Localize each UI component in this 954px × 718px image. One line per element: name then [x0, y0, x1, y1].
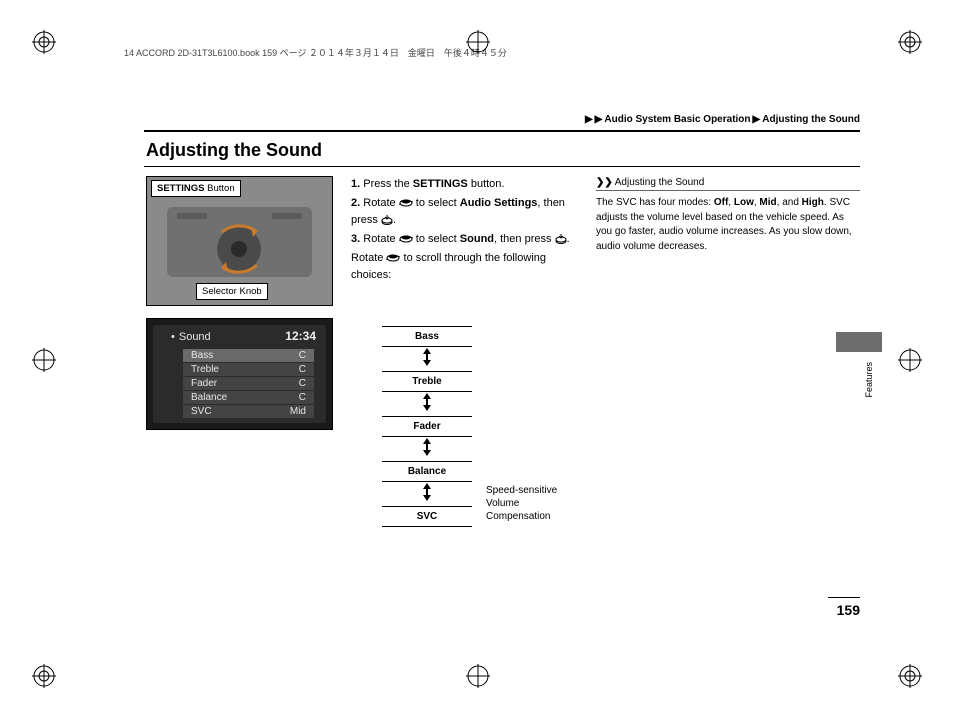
running-header: 14 ACCORD 2D-31T3L6100.book 159 ページ ２０１４… [124, 46, 918, 59]
section-tab-label: Features [864, 362, 874, 398]
chevron-icon: ❯❯ [596, 177, 613, 188]
page-number: 159 [837, 602, 860, 618]
infotainment-screenshot: 12:34 Sound BassC TrebleC FaderC Balance… [146, 318, 333, 430]
clock: 12:34 [285, 329, 316, 343]
callout-settings-button: SETTINGS Button [151, 180, 241, 197]
selector-knob-icon [386, 252, 400, 264]
list-item: BalanceC [183, 391, 314, 404]
callout-label: Selector Knob [202, 286, 262, 297]
registration-mark-icon [898, 664, 922, 688]
divider [828, 597, 860, 598]
list-item: BassC [183, 349, 314, 362]
breadcrumb-segment: Adjusting the Sound [762, 114, 860, 125]
selector-knob-icon [399, 233, 413, 245]
enter-button-icon [381, 214, 393, 226]
breadcrumb: ▶▶Audio System Basic Operation▶Adjusting… [585, 114, 860, 125]
step-followup: Rotate to scroll through the following c… [351, 250, 581, 284]
flow-node: SVC [382, 506, 472, 527]
flow-node: Balance [382, 461, 472, 482]
sound-flow-diagram: Bass Treble Fader Balance SVC [382, 326, 472, 527]
divider [596, 190, 860, 191]
list-item: TrebleC [183, 363, 314, 376]
updown-arrow-icon [382, 392, 472, 416]
svc-caption: Speed-sensitive Volume Compensation [486, 484, 576, 523]
triangle-icon: ▶ [595, 114, 603, 125]
updown-arrow-icon [382, 347, 472, 371]
updown-arrow-icon [382, 482, 472, 506]
selector-knob-icon [399, 197, 413, 209]
divider [144, 166, 860, 167]
sidebar-heading: ❯❯Adjusting the Sound [596, 176, 704, 190]
sidebar-body: The SVC has four modes: Off, Low, Mid, a… [596, 196, 860, 254]
flow-node: Treble [382, 371, 472, 392]
screen-title: Sound [171, 331, 211, 343]
manual-page: 14 ACCORD 2D-31T3L6100.book 159 ページ ２０１４… [36, 28, 918, 690]
triangle-icon: ▶ [753, 114, 761, 125]
registration-mark-icon [898, 348, 922, 372]
triangle-icon: ▶ [585, 114, 593, 125]
sound-menu-list: BassC TrebleC FaderC BalanceC SVCMid [183, 349, 314, 419]
step-1: 1. Press the SETTINGS button. [351, 176, 581, 193]
registration-mark-icon [32, 664, 56, 688]
callout-label: Button [205, 183, 235, 194]
callout-selector-knob: Selector Knob [196, 283, 268, 300]
registration-mark-icon [32, 30, 56, 54]
list-item: FaderC [183, 377, 314, 390]
list-item: SVCMid [183, 405, 314, 418]
callout-label-bold: SETTINGS [157, 183, 205, 194]
updown-arrow-icon [382, 437, 472, 461]
breadcrumb-segment: Audio System Basic Operation [604, 114, 750, 125]
divider [144, 130, 860, 132]
step-2: 2. Rotate to select Audio Settings, then… [351, 195, 581, 229]
step-3: 3. Rotate to select Sound, then press . [351, 231, 581, 248]
enter-button-icon [555, 233, 567, 245]
section-tab [836, 332, 882, 352]
registration-mark-icon [32, 348, 56, 372]
instruction-steps: 1. Press the SETTINGS button. 2. Rotate … [351, 176, 581, 286]
flow-node: Fader [382, 416, 472, 437]
registration-mark-icon [898, 30, 922, 54]
page-title: Adjusting the Sound [146, 140, 322, 161]
registration-mark-icon [466, 30, 490, 54]
flow-node: Bass [382, 326, 472, 347]
registration-mark-icon [466, 664, 490, 688]
